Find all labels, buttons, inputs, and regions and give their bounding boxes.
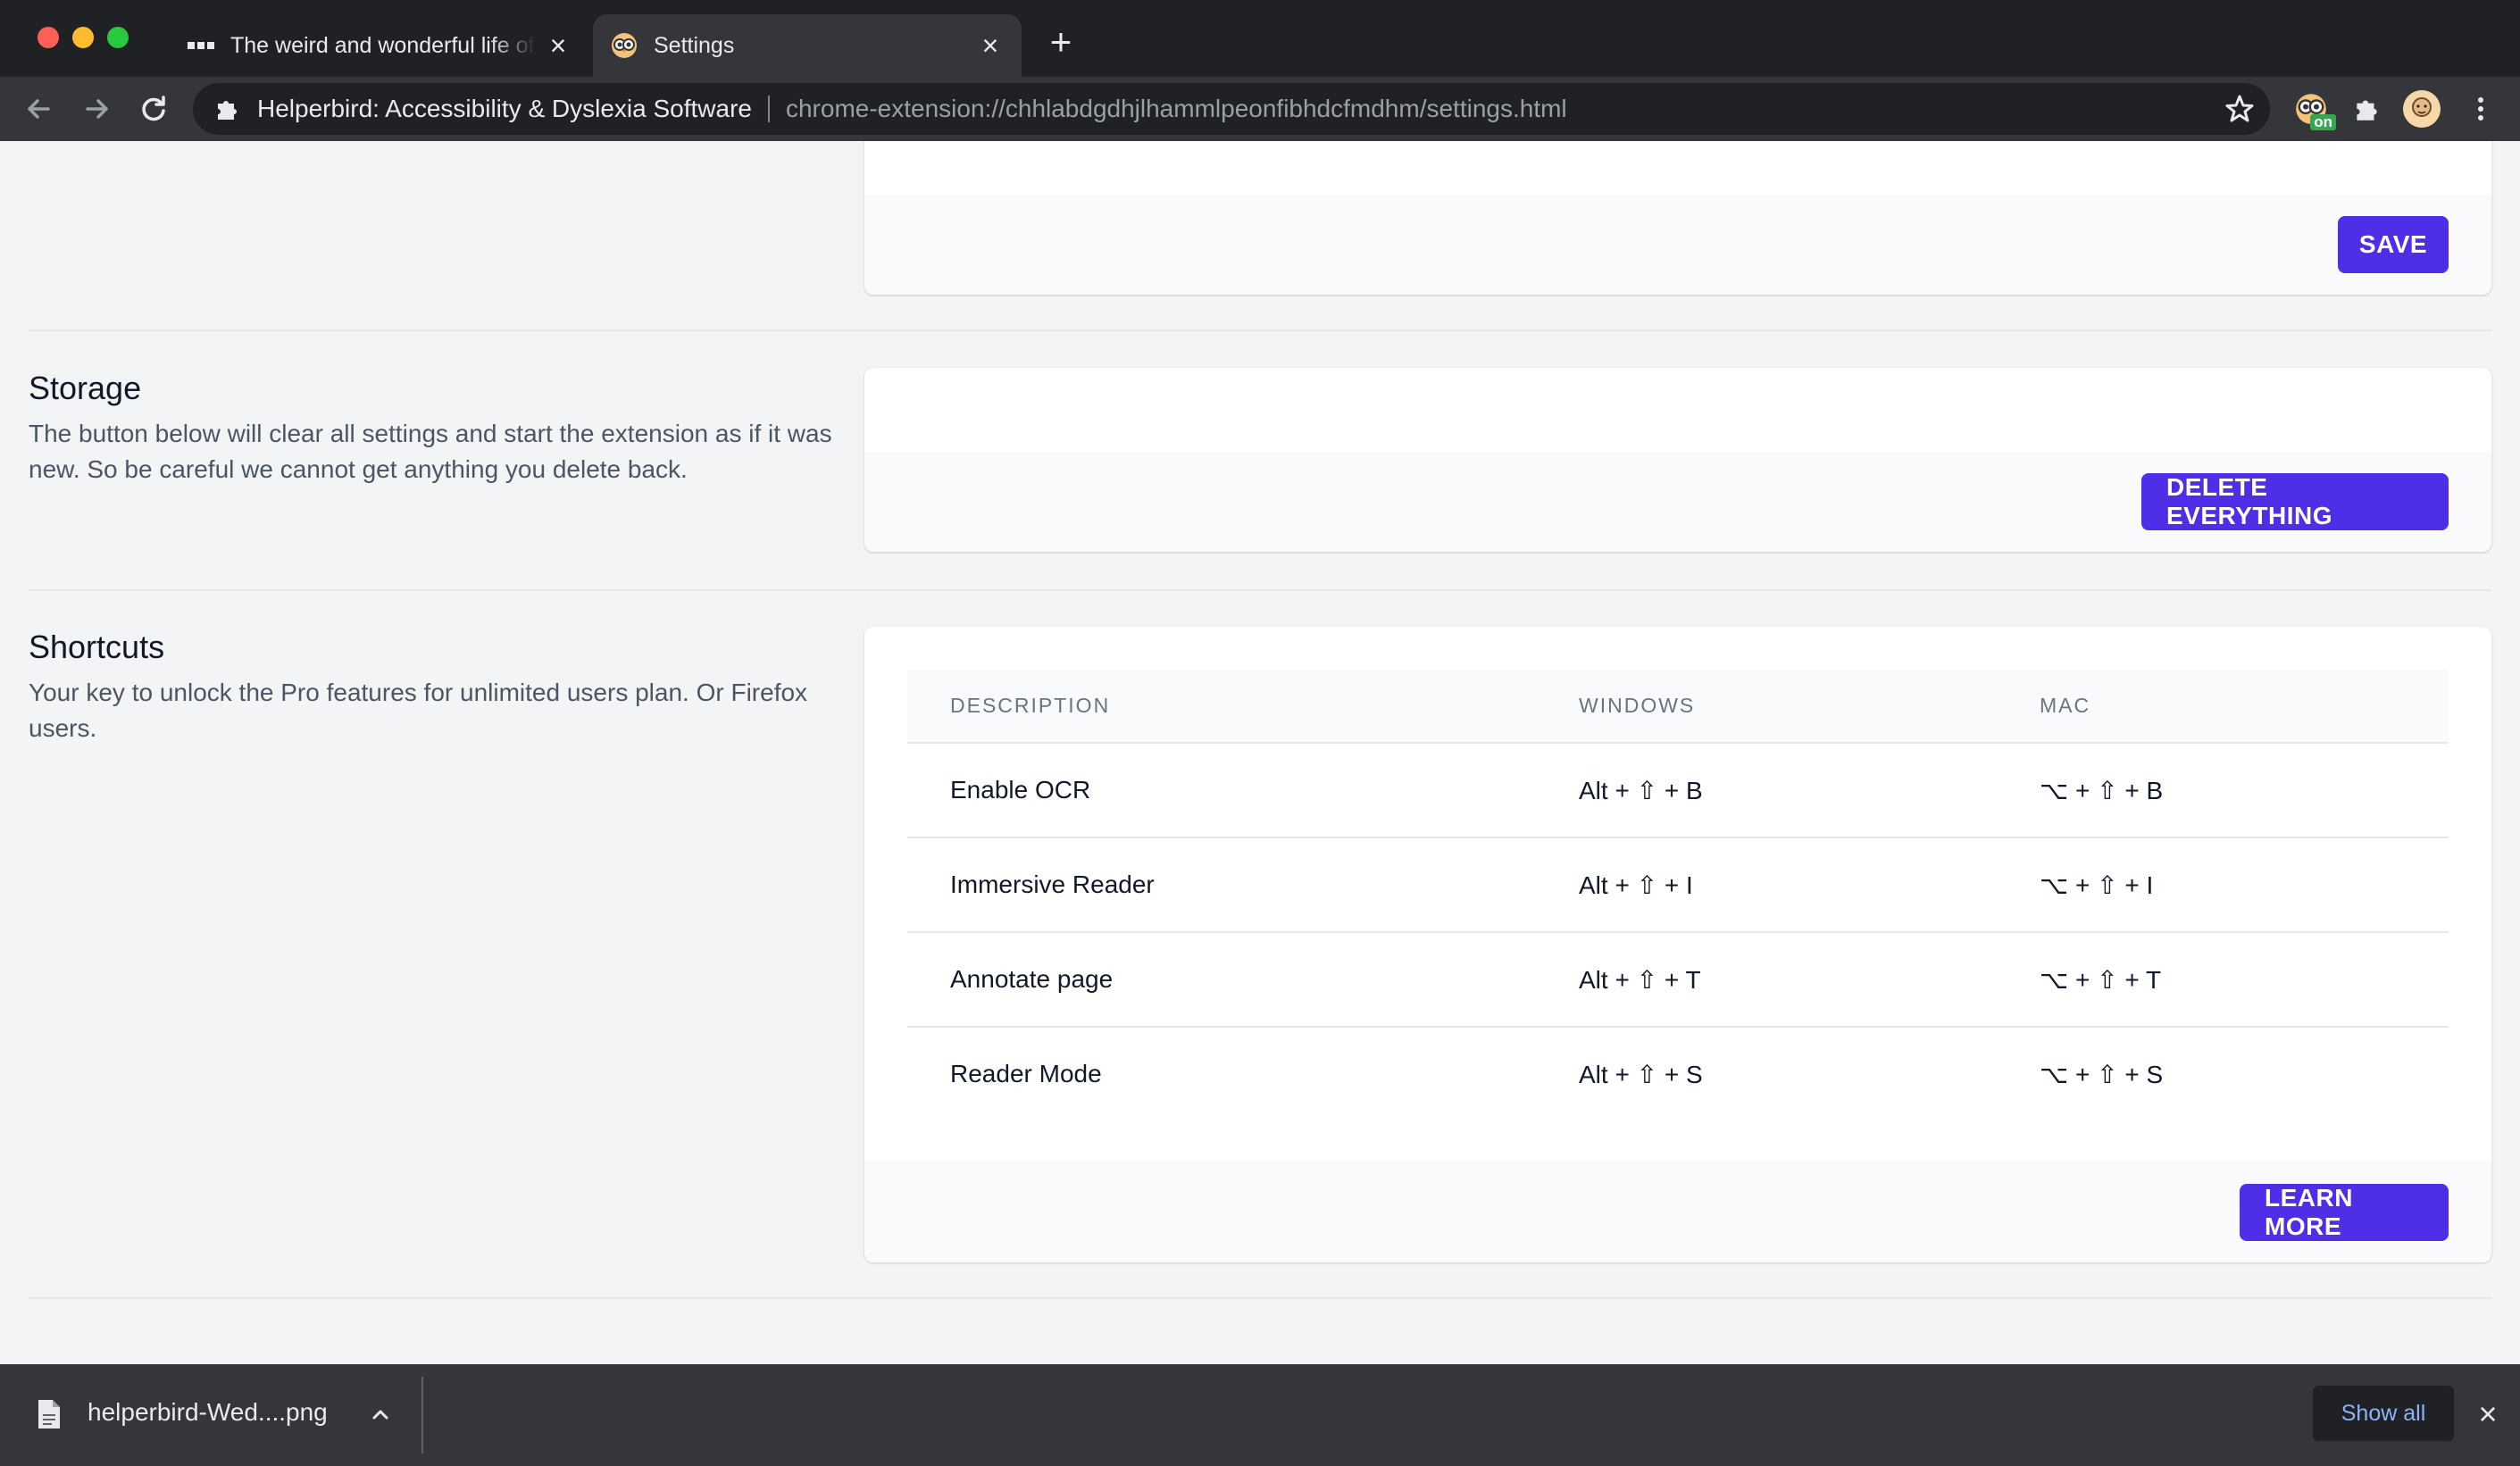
- card-footer: LEARN MORE: [864, 1161, 2491, 1262]
- shortcuts-table: DESCRIPTION WINDOWS MAC Enable OCR Alt +…: [907, 670, 2449, 1120]
- new-tab-icon[interactable]: +: [1043, 23, 1079, 61]
- shortcuts-card: DESCRIPTION WINDOWS MAC Enable OCR Alt +…: [864, 627, 2491, 1262]
- tab-strip: The weird and wonderful life of × Settin…: [0, 0, 2520, 77]
- bookmark-star-icon[interactable]: [2222, 91, 2257, 127]
- section-divider: [29, 329, 2491, 331]
- tab-settings[interactable]: Settings ×: [593, 14, 1022, 77]
- download-divider: [421, 1377, 423, 1454]
- storage-description: The button below will clear all settings…: [29, 420, 832, 483]
- tab-close-icon[interactable]: ×: [545, 31, 572, 60]
- bbc-icon: [188, 32, 214, 59]
- profile-avatar[interactable]: [2402, 89, 2441, 129]
- download-bar: helperbird-Wed....png Show all ×: [0, 1364, 2520, 1466]
- forward-arrow-icon[interactable]: [77, 89, 116, 129]
- shortcut-windows: Alt + ⇧ + T: [1536, 931, 1997, 1027]
- chevron-up-icon[interactable]: [364, 1398, 396, 1430]
- storage-card: DELETE EVERYTHING: [864, 368, 2491, 552]
- url-text[interactable]: chrome-extension://chhlabdgdhjlhammlpeon…: [786, 95, 2222, 123]
- settings-page: SAVE Storage The button below will clear…: [0, 141, 2520, 1364]
- shortcut-windows: Alt + ⇧ + S: [1536, 1026, 1997, 1120]
- reload-icon[interactable]: [134, 89, 173, 129]
- shortcuts-description: Your key to unlock the Pro features for …: [29, 679, 808, 742]
- tab-bbc-article[interactable]: The weird and wonderful life of ×: [170, 14, 589, 77]
- shortcut-windows: Alt + ⇧ + B: [1579, 776, 1703, 804]
- tab-close-icon[interactable]: ×: [977, 31, 1004, 60]
- extension-on-badge: on: [2310, 114, 2336, 130]
- table-header-row: DESCRIPTION WINDOWS MAC: [907, 670, 2449, 744]
- shortcut-description: Enable OCR: [950, 776, 1091, 804]
- show-all-button[interactable]: Show all: [2313, 1386, 2454, 1441]
- table-row: Reader Mode Alt + ⇧ + S ⌥ + ⇧ + S: [907, 1026, 2449, 1120]
- shortcuts-title: Shortcuts: [29, 629, 165, 665]
- download-file-name[interactable]: helperbird-Wed....png: [88, 1398, 328, 1427]
- column-header-windows: WINDOWS: [1536, 670, 1997, 744]
- shortcut-mac: ⌥ + ⇧ + I: [1997, 837, 2449, 932]
- back-arrow-icon[interactable]: [20, 89, 59, 129]
- helperbird-owl-icon: [611, 32, 638, 59]
- table-row: Immersive Reader Alt + ⇧ + I ⌥ + ⇧ + I: [907, 837, 2449, 932]
- file-icon: [36, 1398, 63, 1430]
- shortcut-description: Reader Mode: [907, 1026, 1536, 1120]
- card-footer: DELETE EVERYTHING: [864, 452, 2491, 552]
- section-divider: [29, 1297, 2491, 1299]
- storage-title: Storage: [29, 370, 142, 406]
- close-icon[interactable]: ×: [2472, 1395, 2504, 1434]
- shortcut-mac: ⌥ + ⇧ + T: [1997, 931, 2449, 1027]
- puzzle-piece-icon: [213, 95, 241, 123]
- card-footer: SAVE: [864, 195, 2491, 295]
- shortcut-windows: Alt + ⇧ + I: [1536, 837, 1997, 932]
- top-settings-card: SAVE: [864, 141, 2491, 295]
- column-header-description: DESCRIPTION: [907, 670, 1536, 744]
- tab-title: Settings: [654, 32, 735, 58]
- site-name: Helperbird: Accessibility & Dyslexia Sof…: [257, 95, 752, 122]
- save-button[interactable]: SAVE: [2338, 216, 2449, 273]
- shortcut-mac: ⌥ + ⇧ + S: [1997, 1026, 2449, 1120]
- address-bar[interactable]: Helperbird: Accessibility & Dyslexia Sof…: [193, 83, 2270, 135]
- section-divider: [29, 589, 2491, 591]
- shortcut-mac: ⌥ + ⇧ + B: [2040, 776, 2164, 804]
- shortcut-description: Immersive Reader: [907, 837, 1536, 932]
- table-row: Enable OCR Alt + ⇧ + B ⌥ + ⇧ + B: [907, 743, 2449, 837]
- omnibox-divider: [767, 96, 770, 122]
- helperbird-extension-icon[interactable]: on: [2291, 89, 2336, 130]
- window-close-button[interactable]: [38, 27, 59, 48]
- learn-more-button[interactable]: LEARN MORE: [2240, 1184, 2449, 1241]
- column-header-mac: MAC: [1997, 670, 2449, 744]
- browser-toolbar: Helperbird: Accessibility & Dyslexia Sof…: [0, 77, 2520, 141]
- extensions-puzzle-icon[interactable]: [2347, 89, 2386, 129]
- window-minimize-button[interactable]: [72, 27, 94, 48]
- table-row: Annotate page Alt + ⇧ + T ⌥ + ⇧ + T: [907, 931, 2449, 1027]
- shortcut-description: Annotate page: [907, 931, 1536, 1027]
- kebab-menu-icon[interactable]: [2461, 89, 2500, 129]
- window-zoom-button[interactable]: [107, 27, 129, 48]
- tab-title: The weird and wonderful life of: [230, 32, 535, 58]
- delete-everything-button[interactable]: DELETE EVERYTHING: [2141, 473, 2449, 530]
